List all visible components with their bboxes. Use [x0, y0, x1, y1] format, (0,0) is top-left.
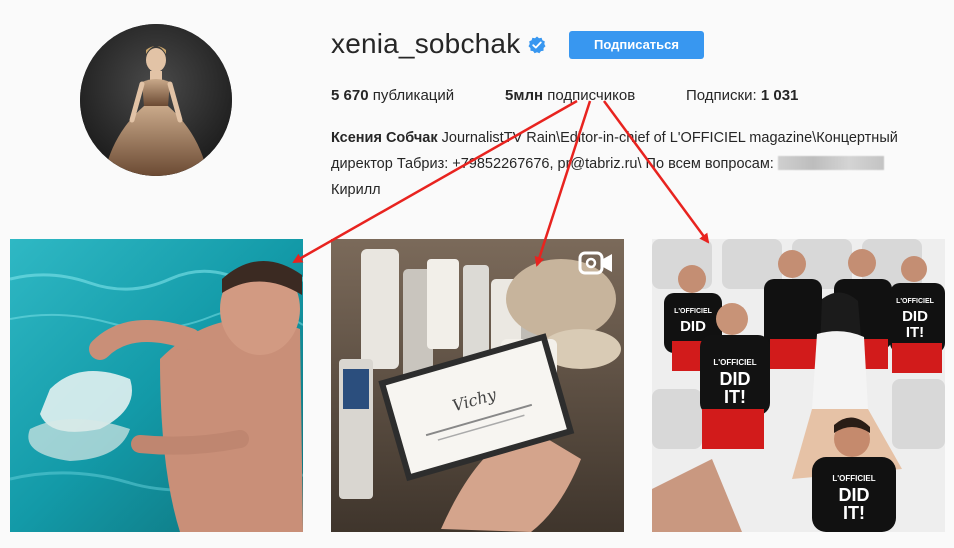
- post-image-cosmetics: Vichy: [331, 239, 624, 532]
- bio-text-line-2: директор Табриз: +79852267676, pr@tabriz…: [331, 156, 778, 172]
- shirt-text-it-3: IT!: [906, 324, 924, 341]
- post-thumbnail-1[interactable]: [10, 239, 303, 532]
- profile-username: xenia_sobchak: [331, 28, 521, 59]
- posts-count: 5 670 публикаций: [331, 87, 454, 104]
- shirt-brand-text-4: L'OFFICIEL: [832, 474, 875, 483]
- shirt-text-did-1: DID: [720, 369, 751, 389]
- following-count-label: Подписки:: [686, 87, 757, 104]
- shirt-text-did-3: DID: [902, 308, 928, 325]
- profile-avatar[interactable]: [80, 24, 232, 176]
- redacted-phone: [777, 156, 884, 170]
- following-link[interactable]: Подписки: 1 031: [686, 87, 798, 104]
- avatar-image: [80, 24, 232, 176]
- posts-count-value: 5 670: [331, 87, 369, 104]
- post-thumbnail-3[interactable]: L'OFFICIEL DID IT! L'OFFICIEL DID L'OFFI…: [652, 239, 945, 532]
- post-image-team: L'OFFICIEL DID IT! L'OFFICIEL DID L'OFFI…: [652, 239, 945, 532]
- shirt-brand-text-2: L'OFFICIEL: [674, 308, 713, 315]
- followers-count-value: 5млн: [505, 87, 544, 104]
- followers-count-label: подписчиков: [547, 87, 636, 104]
- shirt-text-did-2: DID: [680, 318, 706, 335]
- video-camera-icon: [578, 251, 612, 275]
- post-thumbnail-2[interactable]: Vichy: [331, 239, 624, 532]
- following-count-value: 1 031: [760, 87, 799, 104]
- shirt-text-did-4: DID: [839, 485, 870, 505]
- shirt-brand-text-3: L'OFFICIEL: [896, 298, 935, 305]
- shirt-text-it-4: IT!: [843, 503, 865, 523]
- bio-text-line-3: Кирилл: [331, 182, 381, 198]
- bio-text-line-1: JournalistTV Rain\Editor-in-chief of L'O…: [437, 130, 898, 146]
- followers-link[interactable]: 5млн подписчиков: [505, 87, 635, 104]
- posts-count-label: публикаций: [372, 87, 455, 104]
- profile-bio: Ксения Собчак JournalistTV Rain\Editor-i…: [331, 125, 951, 203]
- shirt-brand-text-1: L'OFFICIEL: [713, 358, 756, 367]
- post-image-pool: [10, 239, 303, 532]
- shirt-text-it-1: IT!: [724, 387, 746, 407]
- follow-button[interactable]: Подписаться: [569, 31, 704, 59]
- verified-badge-icon: [528, 36, 546, 54]
- bio-full-name: Ксения Собчак: [331, 130, 438, 146]
